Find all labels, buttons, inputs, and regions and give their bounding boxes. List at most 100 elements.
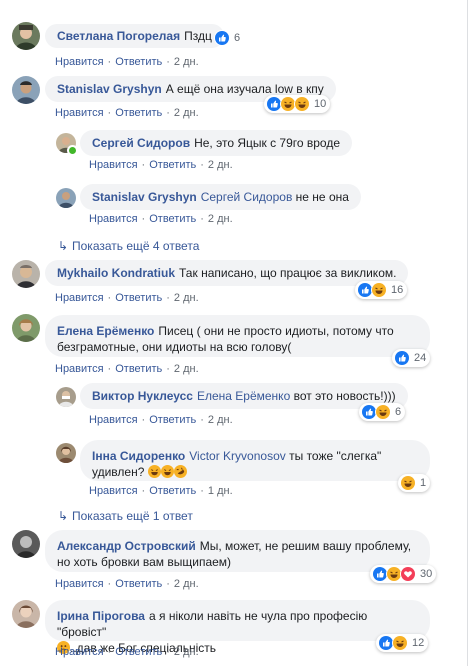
timestamp[interactable]: 2 дн.: [174, 646, 199, 658]
comment-bubble: Александр Островский Мы, может, не решим …: [45, 530, 430, 572]
reaction-count: 16: [391, 284, 404, 296]
comment-bubble: Stanislav Gryshyn Сергей Сидоров не не он…: [80, 184, 361, 210]
timestamp[interactable]: 2 дн.: [174, 56, 199, 68]
mention-link[interactable]: Сергей Сидоров: [201, 190, 293, 204]
show-more-replies-link[interactable]: ↳ Показать ещё 1 ответ: [58, 509, 193, 523]
reaction-summary[interactable]: 30: [370, 565, 437, 583]
reply-link[interactable]: Ответить: [149, 485, 196, 497]
comment-bubble: Сергей Сидоров Не, это Яцык с 79го вроде: [80, 130, 353, 156]
like-icon: [214, 30, 230, 46]
reply-link[interactable]: Ответить: [115, 292, 162, 304]
reaction-count: 24: [414, 352, 427, 364]
comment-author[interactable]: Виктор Нуклеусс: [92, 389, 193, 403]
reaction-count: 6: [234, 32, 241, 44]
reply-link[interactable]: Ответить: [115, 56, 162, 68]
avatar[interactable]: [12, 76, 40, 104]
comment-author[interactable]: Александр Островский: [57, 539, 196, 553]
haha-icon: [400, 475, 416, 491]
rofl-emoji-icon: [173, 465, 187, 478]
timestamp[interactable]: 2 дн.: [208, 213, 233, 225]
like-link[interactable]: Нравится: [55, 56, 104, 68]
comment-author[interactable]: Stanislav Gryshyn: [92, 190, 197, 204]
like-link[interactable]: Нравится: [55, 107, 104, 119]
comment-bubble: Елена Ерёменко Писец ( они не просто идио…: [45, 315, 430, 357]
comment-actions: Нравится · Ответить · 2 дн.: [89, 414, 233, 426]
haha-icon: [375, 404, 391, 420]
reaction-count: 30: [420, 568, 433, 580]
timestamp[interactable]: 2 дн.: [174, 292, 199, 304]
timestamp[interactable]: 2 дн.: [174, 363, 199, 375]
laughing-emoji-icon: [160, 465, 174, 478]
avatar[interactable]: [56, 443, 76, 463]
comment-bubble: Mykhailo Kondratiuk Так написано, що прац…: [45, 260, 409, 286]
comment-author[interactable]: Ірина Пірогова: [57, 609, 145, 623]
timestamp[interactable]: 1 дн.: [208, 485, 233, 497]
avatar[interactable]: [12, 22, 40, 50]
comment-actions: Нравится · Ответить · 2 дн.: [55, 56, 199, 68]
reaction-summary[interactable]: 6: [359, 403, 406, 421]
comment-author[interactable]: Светлана Погорелая: [57, 29, 180, 43]
haha-icon: [294, 96, 310, 112]
comment-author[interactable]: Сергей Сидоров: [92, 136, 190, 150]
mention-link[interactable]: Елена Ерёменко: [197, 389, 290, 403]
reaction-summary[interactable]: 6: [212, 29, 244, 47]
reaction-summary[interactable]: 10: [264, 95, 331, 113]
like-link[interactable]: Нравится: [55, 292, 104, 304]
timestamp[interactable]: 2 дн.: [208, 414, 233, 426]
reaction-summary[interactable]: 16: [355, 281, 408, 299]
comment-text: Не, это Яцык с 79го вроде: [194, 136, 341, 150]
mention-link[interactable]: Victor Kryvonosov: [189, 449, 286, 463]
comment-actions: Нравится · Ответить · 2 дн.: [55, 107, 199, 119]
like-link[interactable]: Нравится: [55, 363, 104, 375]
comment-text: Пздц: [184, 29, 212, 43]
like-link[interactable]: Нравится: [89, 485, 138, 497]
comment-actions: Нравится · Ответить · 2 дн.: [55, 646, 199, 658]
reaction-summary[interactable]: 12: [376, 634, 429, 652]
comment-actions: Нравится · Ответить · 2 дн.: [55, 578, 199, 590]
avatar[interactable]: [12, 314, 40, 342]
comment-actions: Нравится · Ответить · 1 дн.: [89, 485, 233, 497]
reaction-count: 6: [395, 406, 402, 418]
comment-actions: Нравится · Ответить · 2 дн.: [55, 363, 199, 375]
comment-actions: Нравится · Ответить · 2 дн.: [89, 213, 233, 225]
show-more-replies-link[interactable]: ↳ Показать ещё 4 ответа: [58, 239, 199, 253]
like-link[interactable]: Нравится: [55, 646, 104, 658]
comment-text: не не она: [295, 190, 349, 204]
timestamp[interactable]: 2 дн.: [174, 578, 199, 590]
reply-link[interactable]: Ответить: [115, 107, 162, 119]
avatar[interactable]: [56, 387, 76, 407]
reply-link[interactable]: Ответить: [115, 646, 162, 658]
comment-author[interactable]: Stanislav Gryshyn: [57, 82, 162, 96]
haha-icon: [392, 635, 408, 651]
haha-icon: [371, 282, 387, 298]
avatar[interactable]: [56, 188, 76, 208]
timestamp[interactable]: 2 дн.: [174, 107, 199, 119]
timestamp[interactable]: 2 дн.: [208, 159, 233, 171]
comment-bubble: Виктор Нуклеусс Елена Ерёменко вот это но…: [80, 383, 408, 409]
reply-link[interactable]: Ответить: [115, 363, 162, 375]
comment-actions: Нравится · Ответить · 2 дн.: [55, 292, 199, 304]
reply-link[interactable]: Ответить: [149, 159, 196, 171]
reply-arrow-icon: ↳: [58, 509, 69, 523]
comment-author[interactable]: Елена Ерёменко: [57, 324, 154, 338]
like-link[interactable]: Нравится: [55, 578, 104, 590]
reply-link[interactable]: Ответить: [149, 414, 196, 426]
avatar[interactable]: [12, 530, 40, 558]
like-link[interactable]: Нравится: [89, 159, 138, 171]
reaction-summary[interactable]: 24: [392, 349, 431, 367]
like-link[interactable]: Нравится: [89, 414, 138, 426]
comment-bubble: Светлана Погорелая Пздц: [45, 24, 224, 48]
comment-author[interactable]: Mykhailo Kondratiuk: [57, 266, 175, 280]
like-link[interactable]: Нравится: [89, 213, 138, 225]
avatar[interactable]: [12, 260, 40, 288]
avatar[interactable]: [12, 600, 40, 628]
comment-author[interactable]: Інна Сидоренко: [92, 449, 185, 463]
comment-text: вот это новость!))): [293, 389, 396, 403]
reply-link[interactable]: Ответить: [149, 213, 196, 225]
reaction-count: 12: [412, 637, 425, 649]
reply-arrow-icon: ↳: [58, 239, 69, 253]
reaction-summary[interactable]: 1: [398, 474, 431, 492]
online-status-icon: [67, 145, 78, 156]
reaction-count: 1: [420, 477, 427, 489]
reply-link[interactable]: Ответить: [115, 578, 162, 590]
